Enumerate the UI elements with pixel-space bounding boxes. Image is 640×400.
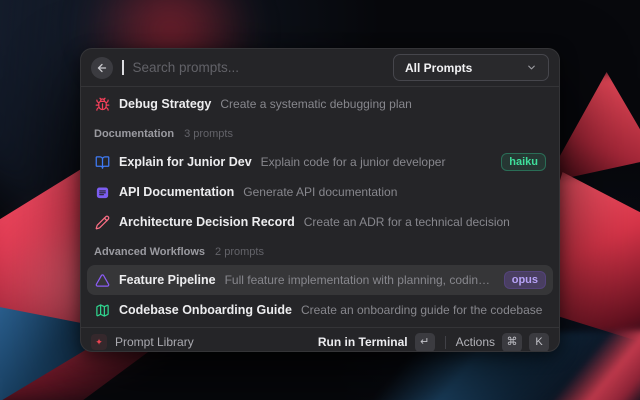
prompt-library-palette: All Prompts Debug Strategy Create a syst… [80,48,560,352]
section-count: 2 prompts [215,246,264,258]
prompt-title: Feature Pipeline [119,273,216,287]
list-item-debug-strategy[interactable]: Debug Strategy Create a systematic debug… [87,89,553,119]
list-item-codebase-onboarding-guide[interactable]: Codebase Onboarding Guide Create an onbo… [87,295,553,325]
actions-button[interactable]: Actions [456,335,495,349]
list-item-architecture-decision-record[interactable]: Architecture Decision Record Create an A… [87,207,553,237]
filter-dropdown-label: All Prompts [405,61,472,75]
back-button[interactable] [91,57,113,79]
section-label: Documentation [94,128,174,140]
section-header-advanced-workflows: Advanced Workflows 2 prompts [87,238,553,265]
section-label: Advanced Workflows [94,246,205,258]
section-count: 3 prompts [184,128,233,140]
text-cursor [122,60,124,75]
prompt-description: Explain code for a junior developer [261,155,493,169]
bug-icon [94,96,110,112]
palette-header: All Prompts [81,49,559,87]
list-item-explain-for-junior-dev[interactable]: Explain for Junior Dev Explain code for … [87,147,553,177]
prompt-description: Generate API documentation [243,185,546,199]
list-item-api-documentation[interactable]: API Documentation Generate API documenta… [87,177,553,207]
prompt-title: Architecture Decision Record [119,215,295,229]
model-badge-haiku: haiku [501,153,546,171]
command-keycap: ⌘ [502,333,522,352]
prompt-title: Explain for Junior Dev [119,155,252,169]
run-in-terminal-button[interactable]: Run in Terminal [318,335,408,349]
prompt-description: Create an ADR for a technical decision [304,215,546,229]
chevron-down-icon [526,62,537,73]
desktop: All Prompts Debug Strategy Create a syst… [0,0,640,400]
model-badge-opus: opus [504,271,546,289]
filter-dropdown[interactable]: All Prompts [393,54,549,81]
list-item-feature-pipeline[interactable]: Feature Pipeline Full feature implementa… [87,265,553,295]
footer-divider [445,336,446,349]
palette-footer: ✦ Prompt Library Run in Terminal ↵ Actio… [81,327,559,352]
prompt-list: Debug Strategy Create a systematic debug… [81,87,559,327]
book-open-icon [94,154,110,170]
enter-keycap: ↵ [415,333,435,352]
document-list-icon [94,184,110,200]
prompt-title: Codebase Onboarding Guide [119,303,292,317]
pencil-icon [94,214,110,230]
k-keycap: K [529,333,549,352]
prompt-description: Full feature implementation with plannin… [225,273,495,287]
prompt-description: Create an onboarding guide for the codeb… [301,303,546,317]
search-input[interactable] [133,60,385,75]
app-name: Prompt Library [115,335,194,349]
triangle-icon [94,272,110,288]
arrow-left-icon [96,62,108,74]
prompt-title: API Documentation [119,185,234,199]
map-icon [94,302,110,318]
prompt-title: Debug Strategy [119,97,211,111]
footer-actions: Run in Terminal ↵ Actions ⌘ K [318,333,549,352]
section-header-documentation: Documentation 3 prompts [87,120,553,147]
app-logo-icon: ✦ [91,334,107,350]
prompt-description: Create a systematic debugging plan [220,97,546,111]
